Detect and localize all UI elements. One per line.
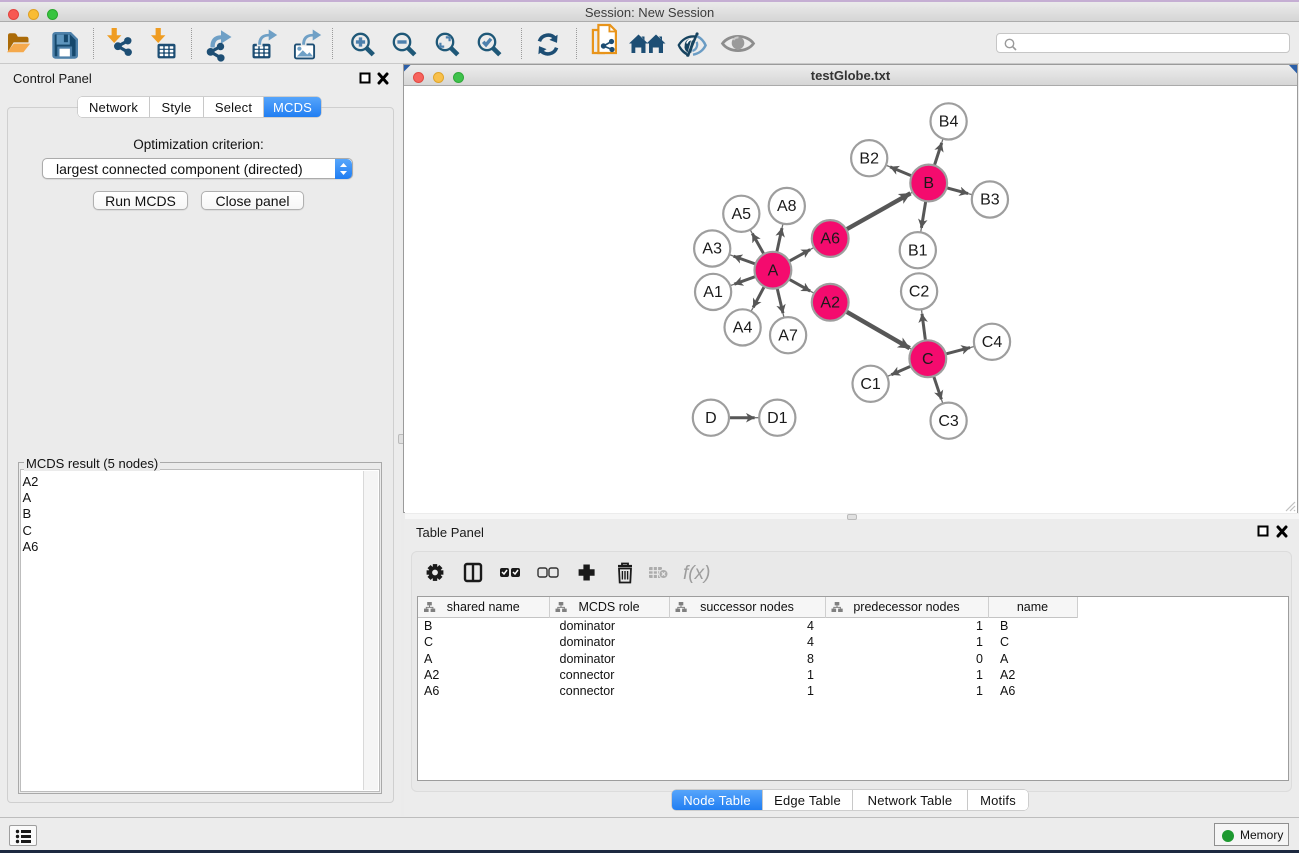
svg-text:B1: B1 [908, 242, 928, 259]
svg-text:A7: A7 [778, 327, 798, 344]
svg-text:D1: D1 [767, 410, 788, 427]
svg-text:C3: C3 [938, 413, 959, 430]
svg-text:A2: A2 [820, 295, 840, 312]
svg-text:D: D [705, 410, 717, 427]
svg-text:A4: A4 [733, 320, 753, 337]
svg-text:C1: C1 [860, 376, 881, 393]
svg-text:B4: B4 [939, 114, 959, 131]
svg-text:C4: C4 [982, 334, 1003, 351]
svg-text:B3: B3 [980, 192, 1000, 209]
svg-text:C: C [922, 351, 934, 368]
svg-text:A3: A3 [702, 241, 722, 258]
svg-text:A6: A6 [820, 231, 840, 248]
svg-text:C2: C2 [909, 284, 930, 301]
svg-text:B2: B2 [859, 150, 879, 167]
svg-text:f(x): f(x) [683, 563, 710, 584]
svg-text:A: A [768, 262, 779, 279]
svg-text:A1: A1 [703, 284, 723, 301]
svg-text:A5: A5 [732, 206, 752, 223]
svg-text:A8: A8 [777, 198, 797, 215]
svg-text:B: B [923, 175, 934, 192]
